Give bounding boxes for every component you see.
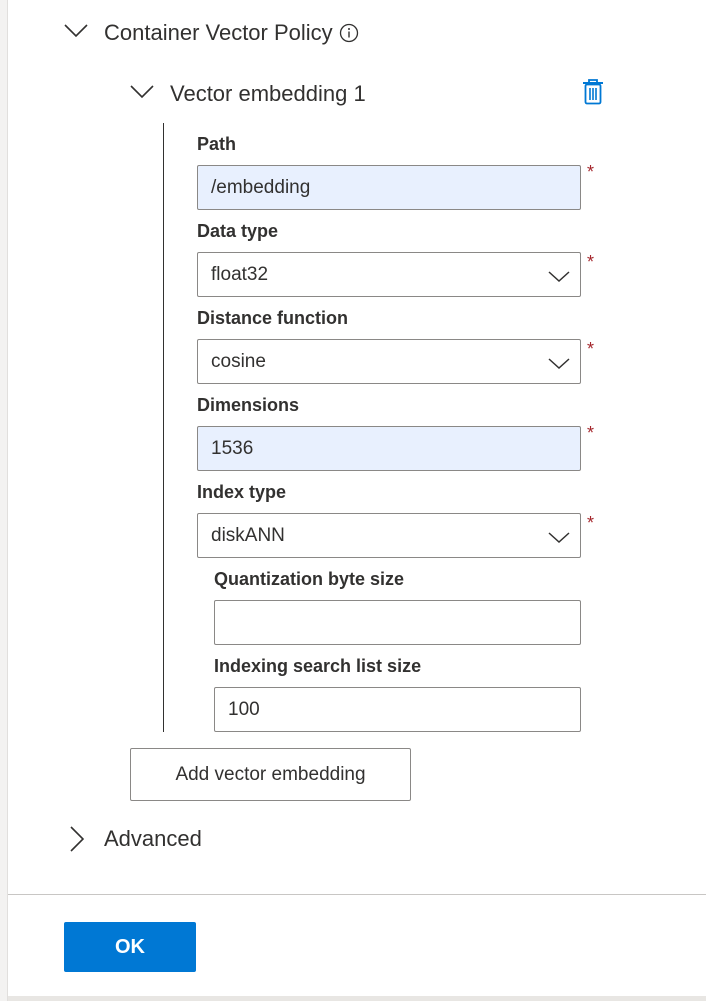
distance-function-value: cosine [211, 350, 266, 372]
dimensions-input[interactable] [197, 426, 581, 471]
required-marker: * [587, 162, 595, 182]
container-vector-policy-header[interactable]: Container Vector Policy [64, 18, 359, 48]
vector-policy-panel: Container Vector Policy Vector embedding… [8, 0, 706, 996]
info-icon[interactable] [339, 23, 359, 43]
index-type-dropdown[interactable]: diskANN [197, 513, 581, 558]
distance-function-dropdown[interactable]: cosine [197, 339, 581, 384]
required-marker: * [587, 252, 595, 272]
path-label: Path [197, 134, 237, 154]
required-marker: * [587, 423, 595, 443]
distance-function-label: Distance function [197, 308, 349, 328]
section-title: Container Vector Policy [104, 20, 333, 45]
ok-button[interactable]: OK [64, 922, 196, 972]
embedding-group-line [163, 123, 164, 732]
advanced-header[interactable]: Advanced [64, 824, 202, 854]
trash-icon[interactable] [581, 78, 605, 106]
data-type-label: Data type [197, 221, 279, 241]
indexing-search-list-size-input[interactable] [214, 687, 581, 732]
advanced-title: Advanced [104, 826, 202, 851]
footer-divider [8, 894, 706, 895]
indexing-search-list-size-label: Indexing search list size [214, 656, 422, 676]
data-type-value: float32 [211, 263, 269, 285]
index-type-value: diskANN [211, 524, 285, 546]
chevron-right-icon [64, 824, 104, 854]
chevron-down-icon [548, 267, 570, 289]
index-type-label: Index type [197, 482, 287, 502]
path-input[interactable] [197, 165, 581, 210]
chevron-down-icon [64, 18, 104, 48]
add-vector-embedding-button[interactable]: Add vector embedding [130, 748, 411, 801]
quantization-byte-size-label: Quantization byte size [214, 569, 405, 589]
chevron-down-icon [548, 528, 570, 550]
dimensions-label: Dimensions [197, 395, 300, 415]
chevron-down-icon [130, 79, 170, 109]
vector-embedding-header[interactable]: Vector embedding 1 [130, 79, 366, 109]
panel-edge [0, 0, 8, 1001]
embedding-title: Vector embedding 1 [170, 81, 366, 106]
required-marker: * [587, 513, 595, 533]
data-type-dropdown[interactable]: float32 [197, 252, 581, 297]
quantization-byte-size-input[interactable] [214, 600, 581, 645]
required-marker: * [587, 339, 595, 359]
chevron-down-icon [548, 354, 570, 376]
